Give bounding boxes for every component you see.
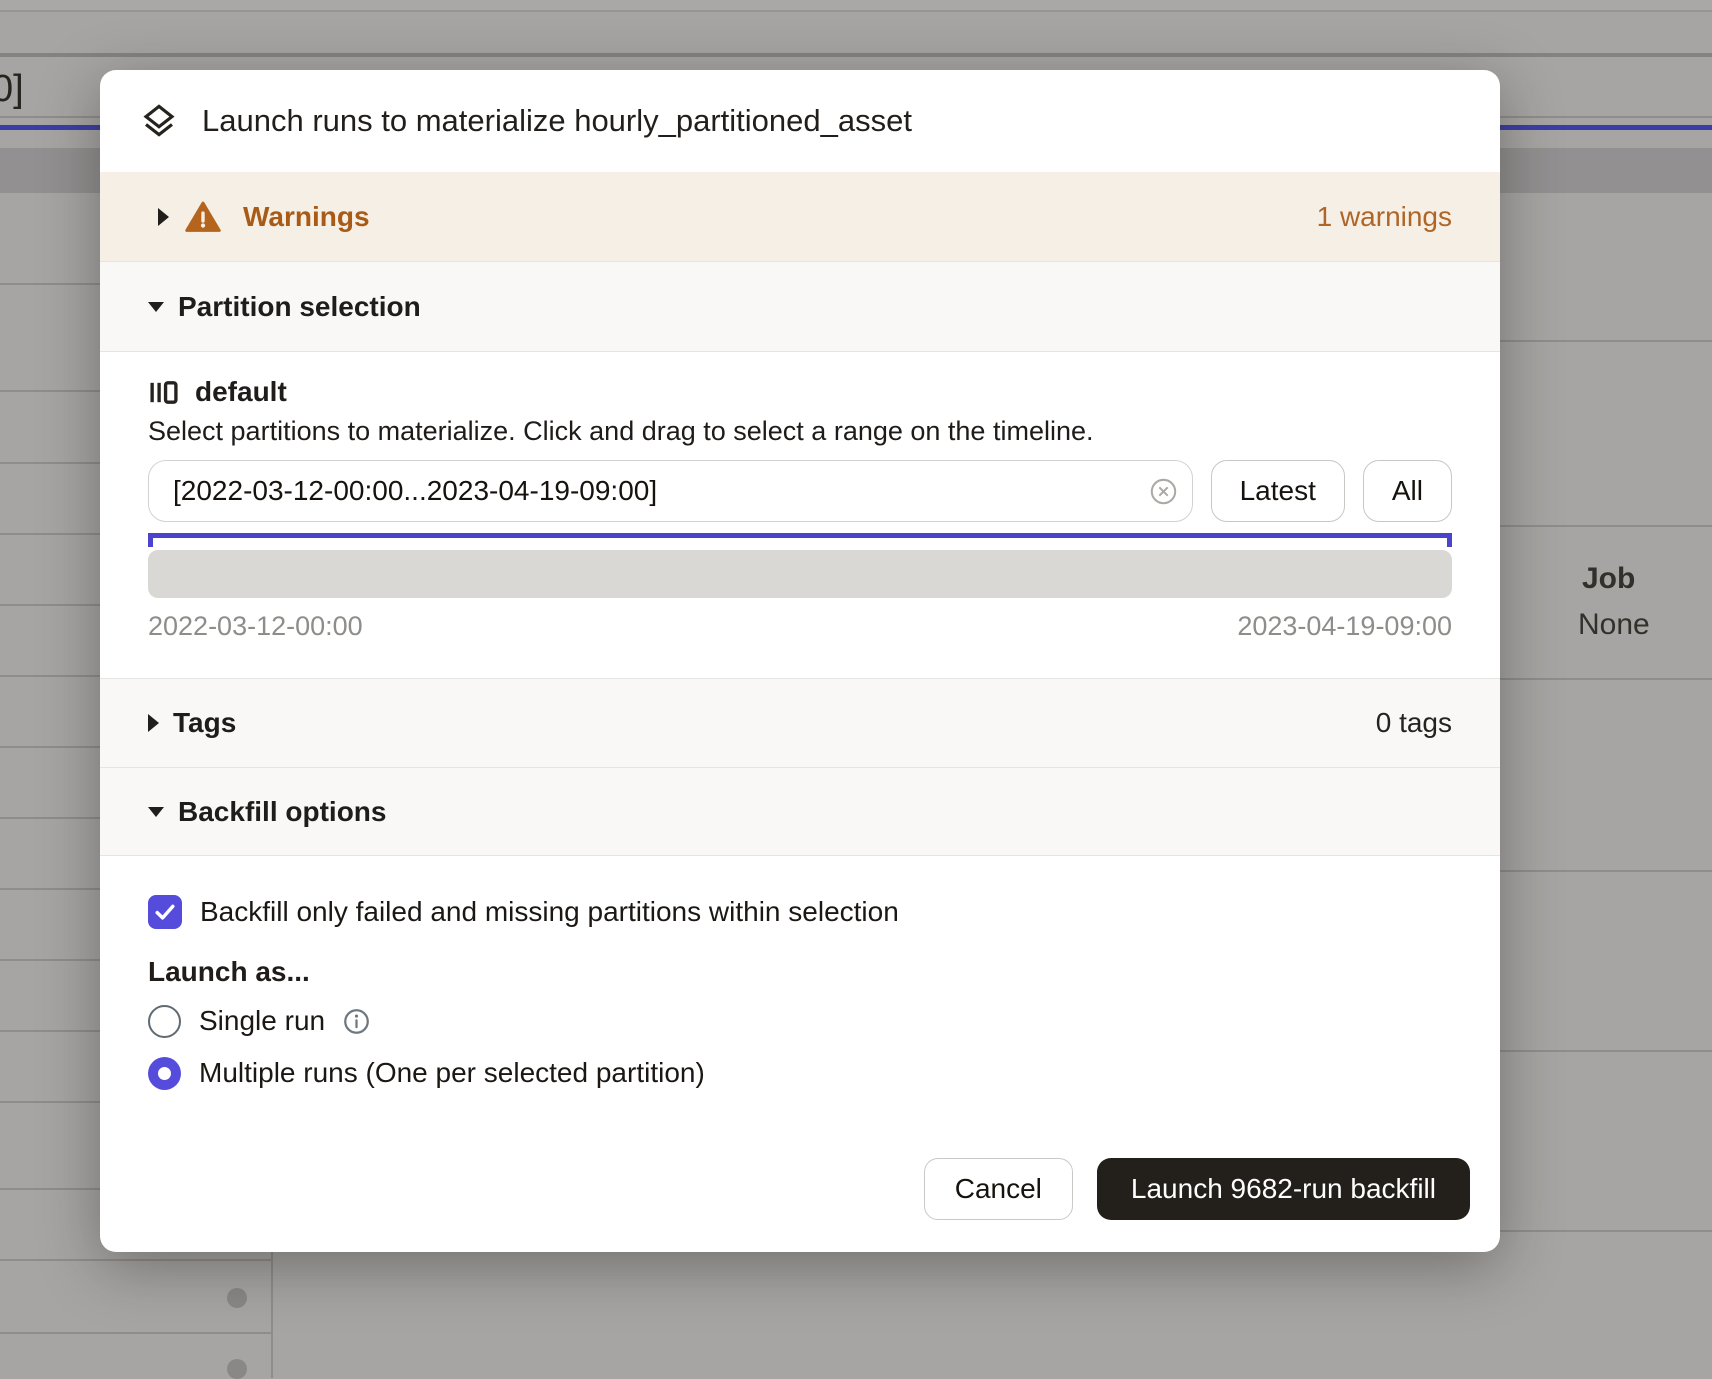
- table-row-divider: [0, 604, 100, 606]
- backfill-options-title: Backfill options: [178, 796, 386, 828]
- checkbox-label: Backfill only failed and missing partiti…: [200, 896, 899, 928]
- partition-range-input[interactable]: [148, 460, 1193, 522]
- partition-dimension-name: default: [195, 376, 287, 408]
- dialog-footer: Cancel Launch 9682-run backfill: [100, 1158, 1500, 1252]
- table-row-divider: [0, 888, 100, 890]
- table-row-divider: [0, 283, 100, 285]
- dialog-title: Launch runs to materialize hourly_partit…: [202, 103, 912, 139]
- table-row-divider: [0, 1332, 272, 1334]
- backfill-options-body: Backfill only failed and missing partiti…: [100, 856, 1500, 1158]
- job-column-header: Job: [1582, 562, 1635, 596]
- radio-unselected-icon[interactable]: [148, 1005, 181, 1038]
- info-icon[interactable]: [343, 1008, 370, 1035]
- latest-button[interactable]: Latest: [1211, 460, 1345, 522]
- multiple-runs-option[interactable]: Multiple runs (One per selected partitio…: [148, 1052, 1452, 1094]
- job-column-value: None: [1578, 608, 1650, 642]
- checkbox-checked-icon[interactable]: [148, 895, 182, 929]
- partition-selection-title: Partition selection: [178, 291, 421, 323]
- chevron-right-icon: [158, 208, 169, 226]
- chevron-right-icon: [148, 714, 159, 732]
- all-button[interactable]: All: [1363, 460, 1452, 522]
- tags-title: Tags: [173, 707, 236, 739]
- dialog-header: Launch runs to materialize hourly_partit…: [100, 70, 1500, 172]
- table-row-divider: [0, 533, 100, 535]
- table-row-divider: [0, 1259, 272, 1261]
- launch-as-label: Launch as...: [148, 956, 1452, 990]
- table-row-divider: [0, 462, 100, 464]
- table-row-divider: [1500, 1050, 1712, 1052]
- warning-triangle-icon: [185, 201, 221, 233]
- table-row-divider: [1500, 870, 1712, 872]
- table-row-divider: [0, 817, 100, 819]
- timeline-start-label: 2022-03-12-00:00: [148, 611, 363, 645]
- table-row-divider: [0, 675, 100, 677]
- table-column-divider: [271, 1252, 273, 1378]
- timeline-selection-bracket: [148, 533, 1452, 547]
- warnings-count: 1 warnings: [1317, 201, 1452, 233]
- table-row-divider: [1500, 525, 1712, 527]
- table-row-divider: [1500, 340, 1712, 342]
- materialize-icon: [140, 102, 178, 140]
- background-text-fragment: 0]: [0, 68, 24, 111]
- cancel-button[interactable]: Cancel: [924, 1158, 1073, 1220]
- table-row-divider: [0, 1188, 100, 1190]
- background-top-strip: [0, 0, 1712, 12]
- background-toolbar-divider: [0, 53, 1712, 57]
- table-row-divider: [0, 959, 100, 961]
- multiple-runs-label: Multiple runs (One per selected partitio…: [199, 1057, 705, 1089]
- launch-backfill-dialog: Launch runs to materialize hourly_partit…: [100, 70, 1500, 1252]
- clear-input-icon[interactable]: [1150, 478, 1177, 505]
- launch-backfill-button[interactable]: Launch 9682-run backfill: [1097, 1158, 1470, 1220]
- single-run-option[interactable]: Single run: [148, 1000, 1452, 1042]
- partition-dimension-icon: [148, 377, 179, 408]
- table-row-divider: [1500, 1230, 1712, 1232]
- table-row-divider: [0, 1030, 100, 1032]
- backfill-options-header[interactable]: Backfill options: [100, 768, 1500, 856]
- table-row-divider: [0, 390, 100, 392]
- partition-selection-header[interactable]: Partition selection: [100, 262, 1500, 352]
- partition-selection-body: default Select partitions to materialize…: [100, 352, 1500, 678]
- chevron-down-icon: [148, 807, 164, 817]
- chevron-down-icon: [148, 302, 164, 312]
- partition-selection-description: Select partitions to materialize. Click …: [148, 416, 1452, 452]
- single-run-label: Single run: [199, 1005, 325, 1037]
- tags-count: 0 tags: [1376, 707, 1452, 739]
- timeline-end-label: 2023-04-19-09:00: [1237, 611, 1452, 645]
- partition-range-field: [148, 460, 1193, 522]
- table-row-divider: [1500, 678, 1712, 680]
- table-row-divider: [0, 1101, 100, 1103]
- status-dot: [227, 1288, 247, 1308]
- tags-section[interactable]: Tags 0 tags: [100, 678, 1500, 768]
- status-dot: [227, 1359, 247, 1379]
- warnings-label: Warnings: [243, 201, 370, 233]
- backfill-failed-missing-checkbox-row[interactable]: Backfill only failed and missing partiti…: [148, 892, 1452, 932]
- table-row-divider: [0, 746, 100, 748]
- partition-timeline[interactable]: [148, 550, 1452, 598]
- radio-selected-icon[interactable]: [148, 1057, 181, 1090]
- warnings-section[interactable]: Warnings 1 warnings: [100, 172, 1500, 262]
